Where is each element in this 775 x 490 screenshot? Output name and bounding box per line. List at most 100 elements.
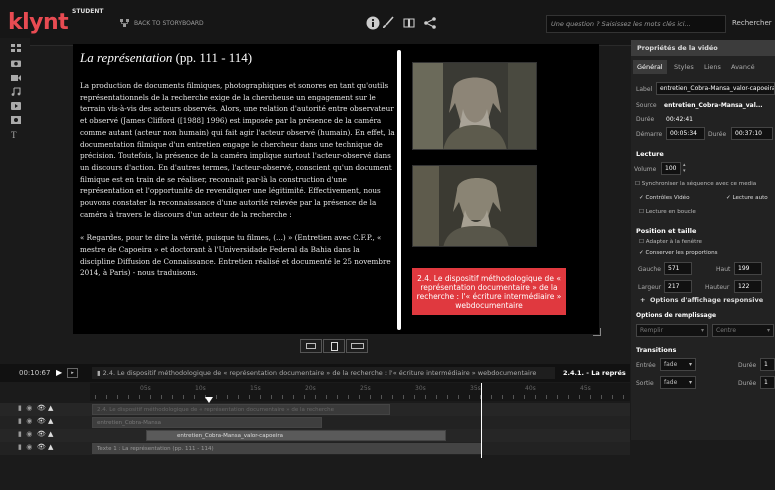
share-icon[interactable]: [421, 14, 439, 32]
back-label: BACK TO STORYBOARD: [134, 19, 204, 27]
timeline-clip[interactable]: entretien_Cobra-Mansa: [92, 417, 322, 428]
film-icon[interactable]: [11, 102, 21, 110]
controls-checkbox[interactable]: ✓ Contrôles Vidéo: [639, 195, 690, 201]
top-field[interactable]: 199: [734, 262, 762, 275]
sequence-tab-parent[interactable]: ▮ 2.4. Le dispositif méthodologique de «…: [92, 367, 555, 379]
ruler-tick: [381, 395, 382, 399]
align-select[interactable]: Centre ▾: [712, 324, 774, 337]
video-frame-image: [413, 63, 536, 149]
track-controls[interactable]: ▮ ◉ 👁 ▲: [18, 443, 53, 451]
ruler-label: 15s: [250, 385, 261, 392]
back-to-storyboard-link[interactable]: BACK TO STORYBOARD: [120, 19, 204, 27]
loop-checkbox[interactable]: ☐ Lecture en boucle: [639, 209, 696, 215]
height-key: Hauteur: [705, 284, 730, 291]
play-icon[interactable]: ▶: [56, 368, 62, 377]
image-icon[interactable]: [11, 116, 21, 124]
tab-general[interactable]: Général: [633, 60, 667, 74]
brush-icon[interactable]: [379, 14, 397, 32]
ruler-tick: [392, 395, 393, 399]
ruler-tick: [271, 395, 272, 399]
ruler-tick: [282, 395, 283, 399]
video-thumbnail[interactable]: [412, 62, 537, 150]
step-forward-icon[interactable]: ▸: [67, 368, 78, 378]
camera-icon[interactable]: [11, 59, 21, 67]
view-mobile-button[interactable]: [346, 339, 368, 353]
volume-stepper-icon[interactable]: ▴ ▾: [683, 162, 689, 174]
tab-avance[interactable]: Avancé: [727, 60, 759, 74]
fit-window-checkbox[interactable]: ☐ Adapter à la fenêtre: [639, 239, 702, 245]
video-thumbnail[interactable]: [412, 165, 537, 247]
paragraph: La production de documents filmiques, ph…: [80, 81, 395, 219]
ruler-tick: [359, 395, 360, 399]
search-button[interactable]: Rechercher: [732, 19, 772, 27]
width-field[interactable]: 217: [664, 280, 692, 293]
music-icon[interactable]: [11, 87, 21, 96]
ruler-tick: [513, 395, 514, 399]
start-key: Démarre: [636, 131, 663, 138]
ruler-tick: [557, 395, 558, 399]
exit-duration-field[interactable]: 1: [760, 376, 775, 389]
exit-select[interactable]: fade ▾: [660, 376, 696, 389]
lecture-section-title: Lecture: [636, 150, 664, 158]
ruler-tick: [579, 395, 580, 399]
volume-key: Volume: [634, 166, 657, 173]
storyboard-icon: [120, 19, 129, 27]
edition-label: STUDENT: [72, 8, 104, 15]
autoplay-checkbox[interactable]: ✓ Lecture auto: [726, 195, 768, 201]
video-icon[interactable]: [11, 74, 21, 82]
ruler-tick: [315, 395, 316, 399]
ruler-tick: [546, 395, 547, 399]
left-field[interactable]: 571: [664, 262, 692, 275]
sequence-tab-active[interactable]: 2.4.1. - La représ: [558, 367, 630, 379]
ruler-tick: [183, 395, 184, 399]
timeline-clip[interactable]: entretien_Cobra-Mansa_valor-capoeira: [146, 430, 446, 441]
entry-duration-key: Durée: [738, 362, 757, 369]
book-icon[interactable]: [400, 14, 418, 32]
keep-ratio-checkbox[interactable]: ✓ Conserver les proportions: [639, 250, 718, 256]
text-icon[interactable]: T: [11, 130, 21, 140]
resize-handle[interactable]: [593, 328, 601, 336]
page-title: La représentation (pp. 111 - 114): [80, 50, 253, 65]
tab-liens[interactable]: Liens: [700, 60, 725, 74]
ruler-tick: [139, 395, 140, 399]
track-controls[interactable]: ▮ ◉ 👁 ▲: [18, 430, 53, 438]
tab-styles[interactable]: Styles: [670, 60, 698, 74]
start-field[interactable]: 00:05:34: [666, 127, 705, 140]
search-input[interactable]: Une question ? Saisissez les mots clés i…: [546, 15, 726, 33]
position-section-title: Position et taille: [636, 227, 697, 235]
properties-header: Propriétés de la vidéo: [631, 40, 775, 56]
duration-value: 00:42:41: [666, 116, 693, 123]
ruler-tick: [425, 395, 426, 399]
track-controls[interactable]: ▮ ◉ 👁 ▲: [18, 404, 53, 412]
view-desktop-button[interactable]: [300, 339, 322, 353]
klynt-logo: klynt: [8, 10, 69, 35]
duration2-field[interactable]: 00:37:10: [731, 127, 773, 140]
track-controls[interactable]: ▮ ◉ 👁 ▲: [18, 417, 53, 425]
ruler-tick: [568, 395, 569, 399]
sync-checkbox[interactable]: ☐ Synchroniser la séquence avec ce media: [635, 181, 756, 187]
entry-select[interactable]: fade ▾: [660, 358, 696, 371]
ruler-tick: [172, 395, 173, 399]
timeline-marker[interactable]: [205, 397, 213, 403]
grid-icon[interactable]: [11, 44, 21, 52]
duration2-key: Durée: [708, 131, 727, 138]
entry-duration-field[interactable]: 1: [760, 358, 775, 371]
view-tablet-button[interactable]: [323, 339, 345, 353]
playhead[interactable]: [481, 383, 482, 458]
volume-field[interactable]: 100: [661, 162, 681, 175]
fill-select[interactable]: Remplir ▾: [636, 324, 708, 337]
text-scrollbar[interactable]: [397, 50, 401, 330]
timeline-clip[interactable]: Texte 1 : La représentation (pp. 111 - 1…: [92, 443, 482, 454]
ruler-tick: [238, 395, 239, 399]
ruler-tick: [590, 395, 591, 399]
left-key: Gauche: [638, 266, 661, 273]
label-field[interactable]: entretien_Cobra-Mansa_valor-capoeira: [656, 82, 775, 95]
height-field[interactable]: 122: [734, 280, 762, 293]
link-banner[interactable]: 2.4. Le dispositif méthodologique de « r…: [412, 268, 566, 315]
ruler-tick: [161, 395, 162, 399]
ruler-tick: [117, 395, 118, 399]
responsive-options-toggle[interactable]: + Options d'affichage responsive: [640, 296, 763, 304]
ruler-tick: [249, 395, 250, 399]
timeline-clip[interactable]: 2.4. Le dispositif méthodologique de « r…: [92, 404, 390, 415]
text-block[interactable]: La production de documents filmiques, ph…: [80, 80, 396, 335]
